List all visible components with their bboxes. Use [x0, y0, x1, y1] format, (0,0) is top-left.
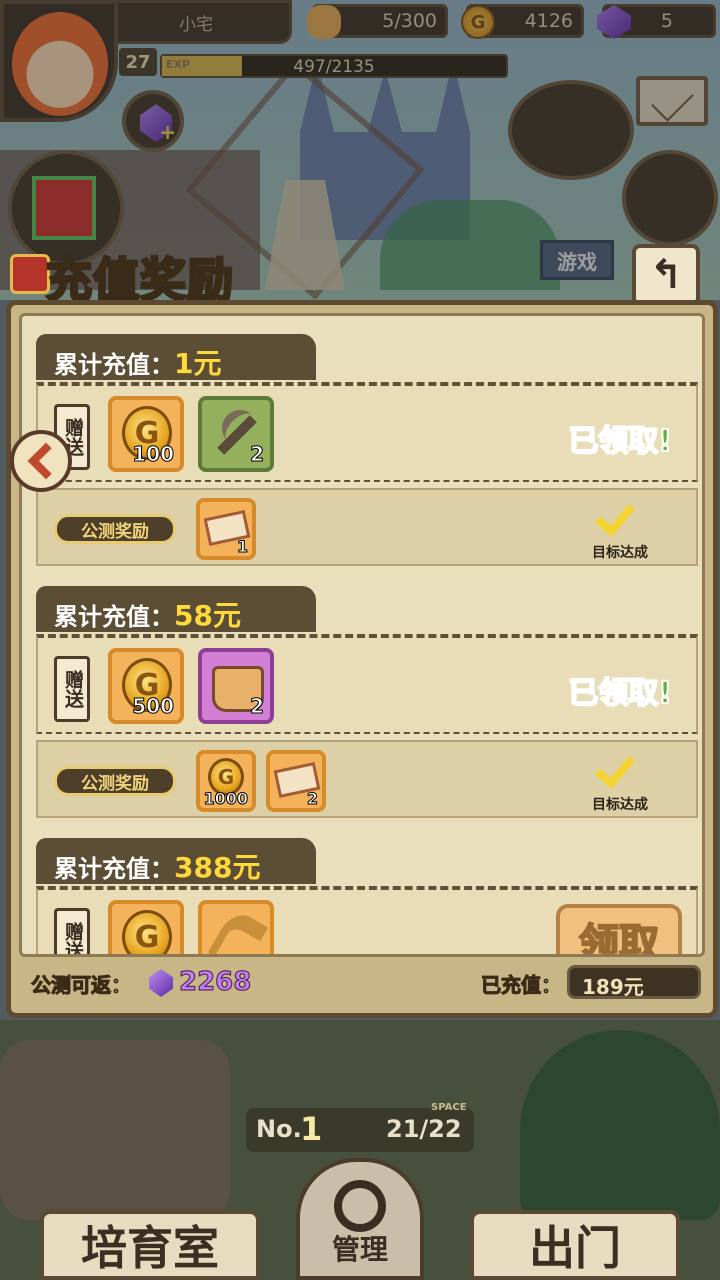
tier-prefix: 累计充值：	[54, 351, 174, 379]
gift-row: 赠送 G 500 2 已领取!	[36, 634, 698, 734]
reward-item[interactable]: 2	[198, 396, 274, 472]
item-qty: 1000	[203, 789, 249, 809]
no-label: No.	[256, 1115, 302, 1143]
gift-row: 赠送 G 领取	[36, 886, 698, 954]
target-reached-label: 目标达成	[592, 545, 648, 561]
recharged-label: 已充值：	[481, 973, 562, 998]
beta-reward-row: 公测奖励 1 目标达成	[36, 488, 698, 566]
nav-manage-label: 管理	[331, 1233, 388, 1266]
item-qty: 100	[132, 442, 175, 467]
tier-prefix: 累计充值：	[54, 855, 174, 883]
recharge-reward-panel: 累计充值：1元 赠送 G 100 2 已领取! 公测奖励 1 目标达成 累计充值…	[6, 300, 718, 1018]
collapse-arrow-button[interactable]	[10, 430, 72, 492]
tier-prefix: 累计充值：	[54, 603, 174, 631]
gold-coin-icon: G	[122, 910, 172, 954]
target-reached-label: 目标达成	[592, 797, 648, 813]
gift-label: 赠送	[54, 908, 90, 954]
nav-manage-button[interactable]: 管理	[296, 1158, 424, 1280]
tier-header: 累计充值：388元	[36, 838, 316, 884]
check-icon	[595, 495, 635, 537]
arrow-icon	[27, 442, 65, 480]
reward-item[interactable]	[198, 900, 274, 954]
reward-item[interactable]: G 100	[108, 396, 184, 472]
back-button[interactable]: ↰	[632, 244, 700, 306]
tier-header: 累计充值：1元	[36, 334, 316, 380]
space-counter: No. 1 21/22 SPACE	[246, 1102, 474, 1152]
item-qty: 2	[250, 442, 265, 467]
nav-go-out-button[interactable]: 出门	[470, 1210, 680, 1280]
beta-reward-row: 公测奖励 G 1000 2 目标达成	[36, 740, 698, 818]
reward-item[interactable]: 2	[198, 648, 274, 724]
item-qty: 500	[132, 694, 175, 719]
reward-item[interactable]: G 500	[108, 648, 184, 724]
treasure-chest-icon	[10, 254, 50, 294]
beta-return-label: 公测可返：	[31, 973, 132, 998]
claim-button[interactable]: 领取	[556, 904, 682, 954]
target-reached-badge: 目标达成	[580, 495, 660, 562]
claimed-status: 已领取!	[567, 423, 673, 460]
no-value: 1	[300, 1110, 323, 1148]
gift-label: 赠送	[54, 656, 90, 722]
tier-amount: 1元	[174, 347, 222, 380]
beta-reward-label: 公测奖励	[54, 514, 176, 544]
recharged-value: 189元	[567, 965, 701, 999]
reward-item[interactable]: G	[108, 900, 184, 954]
tier-header: 累计充值：58元	[36, 586, 316, 632]
purple-gem-icon	[149, 969, 173, 997]
reward-item[interactable]: 2	[266, 750, 326, 812]
claimed-status: 已领取!	[567, 675, 673, 712]
beta-reward-label: 公测奖励	[54, 766, 176, 796]
reward-item[interactable]: G 1000	[196, 750, 256, 812]
panel-footer: 公测可返： 2268 已充值： 189元	[19, 961, 705, 1005]
check-icon	[595, 747, 635, 789]
item-qty: 2	[306, 789, 318, 809]
key-icon	[207, 907, 269, 954]
target-reached-badge: 目标达成	[580, 747, 660, 814]
tier-amount: 388元	[174, 851, 261, 884]
space-label: SPACE	[431, 1102, 467, 1113]
nav-nursery-button[interactable]: 培育室	[40, 1210, 260, 1280]
reward-item[interactable]: 1	[196, 498, 256, 560]
key-ring-icon	[334, 1180, 386, 1232]
item-qty: 2	[250, 694, 265, 719]
reward-list[interactable]: 累计充值：1元 赠送 G 100 2 已领取! 公测奖励 1 目标达成 累计充值…	[19, 313, 705, 957]
item-qty: 1	[236, 537, 248, 557]
space-value: 21/22	[386, 1115, 462, 1143]
gift-row: 赠送 G 100 2 已领取!	[36, 382, 698, 482]
tier-amount: 58元	[174, 599, 241, 632]
beta-return-value: 2268	[178, 967, 252, 998]
